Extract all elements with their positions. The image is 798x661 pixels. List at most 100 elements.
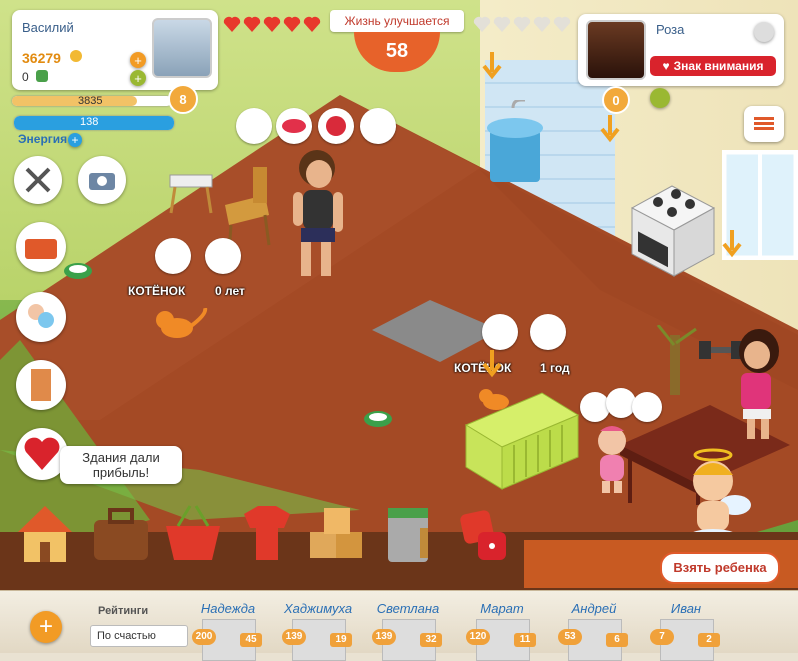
friend-card[interactable]: Надежда 200 45 bbox=[192, 601, 264, 661]
pet2-need-drink[interactable] bbox=[482, 314, 518, 350]
pet2-need-food[interactable] bbox=[530, 314, 566, 350]
heart-icon: ♥ bbox=[662, 59, 670, 73]
hearts-left bbox=[222, 14, 322, 34]
menu-button[interactable] bbox=[744, 106, 784, 142]
games-button[interactable] bbox=[452, 498, 518, 578]
xp-value: 3835 bbox=[78, 95, 103, 107]
menu-icon bbox=[754, 117, 774, 130]
kitten-1[interactable] bbox=[155, 308, 210, 343]
player-character[interactable] bbox=[285, 148, 350, 283]
friend-rank: 19 bbox=[330, 633, 352, 647]
camera-button[interactable] bbox=[78, 156, 126, 204]
friend-card[interactable]: Марат 120 11 bbox=[466, 601, 538, 661]
friend-level: 120 bbox=[466, 629, 490, 645]
settings-gear-icon[interactable] bbox=[754, 22, 774, 42]
action-dance-icon[interactable] bbox=[236, 108, 272, 144]
player-level-badge: 8 bbox=[168, 84, 198, 114]
action-flowers-icon[interactable] bbox=[318, 108, 354, 144]
ratings-title: Рейтинги bbox=[98, 605, 149, 617]
sink[interactable] bbox=[485, 100, 545, 185]
work-briefcase-button[interactable] bbox=[16, 222, 66, 272]
life-status: Жизнь улучшается bbox=[330, 10, 464, 32]
hint-arrow-icon bbox=[482, 52, 502, 80]
door-icon bbox=[31, 369, 51, 401]
friend-level: 139 bbox=[282, 629, 306, 645]
action-kiss-icon[interactable] bbox=[276, 108, 312, 144]
add-money-button[interactable]: + bbox=[130, 70, 146, 86]
pet1-need-food[interactable] bbox=[205, 238, 241, 274]
shopping-basket-button[interactable] bbox=[160, 498, 226, 578]
shop-briefcase-button[interactable] bbox=[88, 498, 154, 578]
tools-icon bbox=[25, 167, 51, 193]
partner-avatar[interactable] bbox=[586, 20, 646, 80]
kitten-2[interactable] bbox=[478, 386, 518, 414]
paint-bucket-icon bbox=[388, 508, 428, 562]
baby-need-diaper[interactable] bbox=[632, 392, 662, 422]
friend-card[interactable]: Иван 7 2 bbox=[650, 601, 722, 661]
house-button[interactable] bbox=[12, 498, 78, 578]
basket-icon bbox=[166, 505, 220, 560]
friend-name: Светлана bbox=[376, 601, 440, 616]
add-friend-button[interactable]: + bbox=[30, 611, 62, 643]
adopt-child-button[interactable]: Взять ребенка bbox=[660, 552, 780, 584]
partner-character[interactable] bbox=[735, 325, 795, 440]
friend-card[interactable]: Андрей 53 6 bbox=[558, 601, 630, 661]
friend-card[interactable]: Хаджимуха 139 19 bbox=[282, 601, 354, 661]
hearts-right bbox=[472, 14, 576, 34]
energy-value: 138 bbox=[80, 116, 99, 128]
player-avatar[interactable] bbox=[152, 18, 212, 78]
coin-icon bbox=[70, 50, 82, 62]
dice-icon bbox=[460, 510, 506, 560]
action-chat-icon[interactable] bbox=[360, 108, 396, 144]
friend-rank: 32 bbox=[420, 633, 442, 647]
partner-name: Роза bbox=[656, 22, 685, 37]
ratings-filter-select[interactable]: По счастью bbox=[90, 625, 188, 647]
heart-icon bbox=[24, 437, 60, 470]
friend-level: 200 bbox=[192, 629, 216, 645]
baby-character[interactable] bbox=[590, 425, 634, 495]
friend-rank: 6 bbox=[606, 633, 628, 647]
pet-bowl-2[interactable] bbox=[363, 410, 393, 428]
friend-name: Хаджимуха bbox=[283, 601, 353, 616]
friend-name: Иван bbox=[670, 601, 702, 616]
pet1-name-label: КОТЁНОК bbox=[128, 284, 186, 298]
money-bag-icon bbox=[36, 70, 48, 82]
money-briefcase-icon bbox=[94, 508, 148, 560]
hint-arrow-icon bbox=[722, 230, 742, 258]
pet1-need-drink[interactable] bbox=[155, 238, 191, 274]
boxes-button[interactable] bbox=[304, 498, 370, 578]
clothes-button[interactable] bbox=[234, 498, 300, 578]
money-value: 0 bbox=[22, 70, 29, 84]
briefcase-icon bbox=[25, 239, 57, 259]
plant[interactable] bbox=[652, 325, 702, 395]
tshirt-icon bbox=[244, 506, 290, 560]
house-icon bbox=[18, 506, 72, 562]
stove[interactable] bbox=[628, 178, 718, 278]
door-button[interactable] bbox=[16, 360, 66, 410]
boxes-icon bbox=[310, 508, 362, 558]
friend-name: Андрей bbox=[571, 601, 617, 616]
partner-level-badge: 0 bbox=[602, 86, 630, 114]
energy-label: Энергия bbox=[18, 132, 68, 146]
pet2-age-label: 1 год bbox=[540, 361, 570, 375]
friend-card[interactable]: Светлана 139 32 bbox=[372, 601, 444, 661]
camera-icon bbox=[89, 173, 115, 190]
friend-rank: 11 bbox=[514, 633, 536, 647]
paint-button[interactable] bbox=[380, 498, 446, 578]
baby-need-bottle[interactable] bbox=[580, 392, 610, 422]
player-panel: Василий 36279 0 + + bbox=[12, 10, 218, 90]
friend-level: 7 bbox=[650, 629, 674, 645]
partner-mood-icon bbox=[650, 88, 670, 108]
hint-arrow-icon bbox=[600, 115, 620, 143]
partner-panel: Роза ♥ Знак внимания bbox=[578, 14, 784, 86]
pet1-age-label: 0 лет bbox=[215, 284, 245, 298]
friend-level: 53 bbox=[558, 629, 582, 645]
pet-bowl-1[interactable] bbox=[63, 262, 93, 280]
family-icon bbox=[28, 304, 54, 328]
sign-of-attention-button[interactable]: ♥ Знак внимания bbox=[650, 56, 776, 76]
coins-value: 36279 bbox=[22, 50, 61, 66]
add-energy-button[interactable]: + bbox=[68, 133, 82, 147]
add-coins-button[interactable]: + bbox=[130, 52, 146, 68]
tools-button[interactable] bbox=[14, 156, 62, 204]
family-button[interactable] bbox=[16, 292, 66, 342]
